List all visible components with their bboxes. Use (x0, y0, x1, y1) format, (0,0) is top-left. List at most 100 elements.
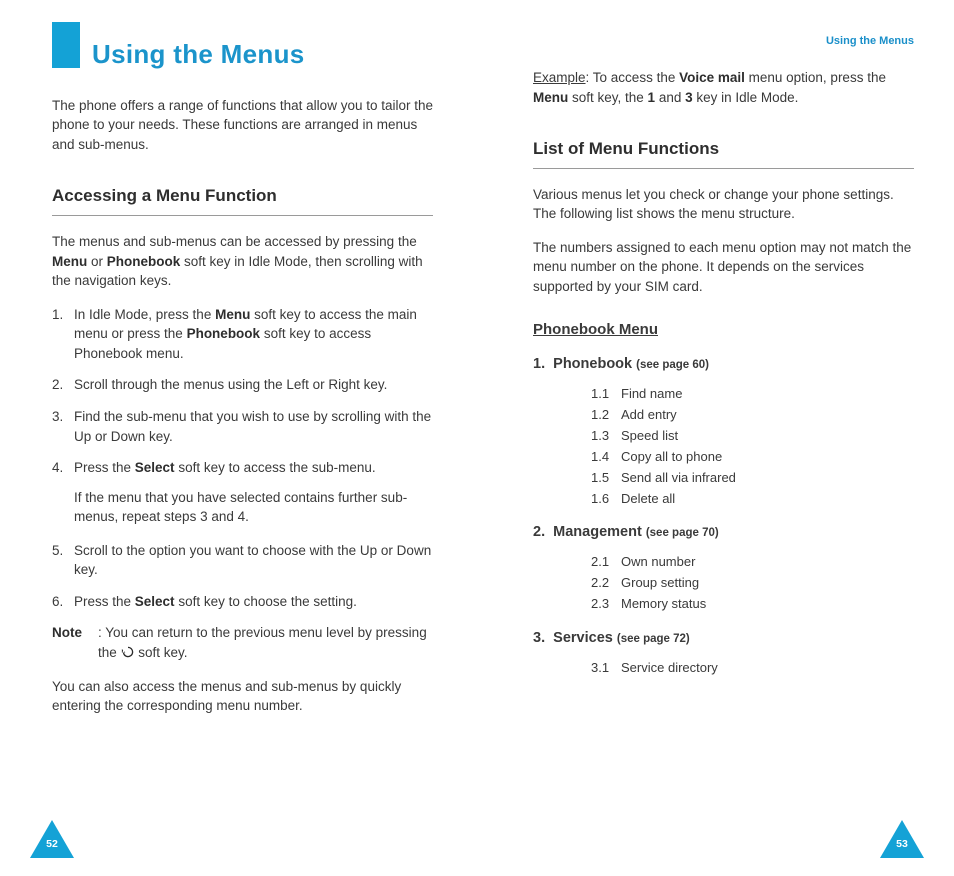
item-num: 1.2 (591, 406, 621, 425)
step-5: 5.Scroll to the option you want to choos… (52, 541, 433, 580)
step-6: 6.Press the Select soft key to choose th… (52, 592, 433, 612)
step-3: 3.Find the sub-menu that you wish to use… (52, 407, 433, 446)
menu-see-page: (see page 60) (636, 359, 709, 371)
text: Scroll to the option you want to choose … (74, 541, 433, 580)
accessing-tail: You can also access the menus and sub-me… (52, 677, 433, 716)
menu-2-items: 2.1Own number 2.2Group setting 2.3Memory… (591, 553, 914, 614)
section-accessing-heading: Accessing a Menu Function (52, 184, 433, 209)
page-number-right: 53 (880, 837, 924, 852)
item-text: Copy all to phone (621, 449, 722, 464)
step-4-extra: If the menu that you have selected conta… (74, 488, 433, 527)
page-number-left: 52 (30, 837, 74, 852)
text: and (655, 90, 685, 105)
item-num: 1.5 (591, 469, 621, 488)
item-num: 1.3 (591, 427, 621, 446)
item-text: Send all via infrared (621, 470, 736, 485)
running-head: Using the Menus (533, 34, 914, 50)
menu-num: 2. (533, 524, 545, 540)
list-item: 1.2Add entry (591, 406, 914, 425)
item-text: Speed list (621, 428, 678, 443)
item-text: Group setting (621, 575, 699, 590)
menu-3-items: 3.1Service directory (591, 659, 914, 678)
menu-see-page: (see page 72) (617, 633, 690, 645)
note-block: Note : You can return to the previous me… (52, 623, 433, 662)
list-item: 1.1Find name (591, 385, 914, 404)
item-text: Add entry (621, 407, 677, 422)
phonebook-menu-heading: Phonebook Menu (533, 319, 914, 341)
list-item: 1.5Send all via infrared (591, 469, 914, 488)
list-item: 2.2Group setting (591, 574, 914, 593)
accessing-lead: The menus and sub-menus can be accessed … (52, 232, 433, 291)
bold-text: Select (135, 460, 175, 475)
text: soft key. (135, 645, 188, 660)
page-right: Using the Menus Example: To access the V… (477, 0, 954, 876)
bold-text: 3 (685, 90, 693, 105)
text: soft key to access the sub-menu. (175, 460, 376, 475)
item-text: Memory status (621, 596, 706, 611)
item-num: 2.1 (591, 553, 621, 572)
list-item: 3.1Service directory (591, 659, 914, 678)
text: key in Idle Mode. (693, 90, 799, 105)
steps-list: 1.In Idle Mode, press the Menu soft key … (52, 305, 433, 478)
section-list-heading: List of Menu Functions (533, 137, 914, 162)
menu-name: Phonebook (553, 356, 632, 372)
step-2: 2.Scroll through the menus using the Lef… (52, 375, 433, 395)
chapter-tab (52, 22, 80, 68)
bold-text: Menu (215, 307, 250, 322)
bold-text: Menu (52, 254, 87, 269)
text: Scroll through the menus using the Left … (74, 375, 433, 395)
item-num: 3.1 (591, 659, 621, 678)
steps-list-cont: 5.Scroll to the option you want to choos… (52, 541, 433, 612)
example-label: Example (533, 70, 586, 85)
text: soft key, the (568, 90, 647, 105)
text: menu option, press the (745, 70, 886, 85)
list-item: 2.1Own number (591, 553, 914, 572)
item-num: 2.2 (591, 574, 621, 593)
menu-name: Management (553, 524, 642, 540)
item-text: Service directory (621, 660, 718, 675)
step-4: 4.Press the Select soft key to access th… (52, 458, 433, 478)
example-paragraph: Example: To access the Voice mail menu o… (533, 68, 914, 107)
menu-see-page: (see page 70) (646, 527, 719, 539)
text: : To access the (586, 70, 680, 85)
item-num: 1.4 (591, 448, 621, 467)
item-num: 1.6 (591, 490, 621, 509)
list-item: 1.3Speed list (591, 427, 914, 446)
page-title: Using the Menus (92, 36, 433, 74)
menu-num: 3. (533, 630, 545, 646)
step-1: 1.In Idle Mode, press the Menu soft key … (52, 305, 433, 364)
page-left: Using the Menus The phone offers a range… (0, 0, 477, 876)
bold-text: Phonebook (187, 326, 261, 341)
menu-2-head: 2. Management (see page 70) (533, 522, 914, 543)
text: soft key to choose the setting. (175, 594, 357, 609)
menu-3-head: 3. Services (see page 72) (533, 628, 914, 649)
divider (533, 168, 914, 169)
text: Find the sub-menu that you wish to use b… (74, 407, 433, 446)
list-p1: Various menus let you check or change yo… (533, 185, 914, 224)
item-text: Own number (621, 554, 695, 569)
back-icon (121, 645, 135, 659)
item-num: 2.3 (591, 595, 621, 614)
bold-text: Menu (533, 90, 568, 105)
item-text: Delete all (621, 491, 675, 506)
menu-name: Services (553, 630, 613, 646)
item-num: 1.1 (591, 385, 621, 404)
text: In Idle Mode, press the (74, 307, 215, 322)
text: The menus and sub-menus can be accessed … (52, 234, 417, 249)
item-text: Find name (621, 386, 682, 401)
bold-text: Voice mail (679, 70, 745, 85)
list-item: 1.4Copy all to phone (591, 448, 914, 467)
divider (52, 215, 433, 216)
bold-text: 1 (648, 90, 656, 105)
text: Press the (74, 594, 135, 609)
intro-paragraph: The phone offers a range of functions th… (52, 96, 433, 155)
list-p2: The numbers assigned to each menu option… (533, 238, 914, 297)
menu-1-items: 1.1Find name 1.2Add entry 1.3Speed list … (591, 385, 914, 508)
bold-text: Phonebook (107, 254, 181, 269)
menu-num: 1. (533, 356, 545, 372)
text: Press the (74, 460, 135, 475)
bold-text: Select (135, 594, 175, 609)
list-item: 1.6Delete all (591, 490, 914, 509)
menu-1-head: 1. Phonebook (see page 60) (533, 354, 914, 375)
list-item: 2.3Memory status (591, 595, 914, 614)
